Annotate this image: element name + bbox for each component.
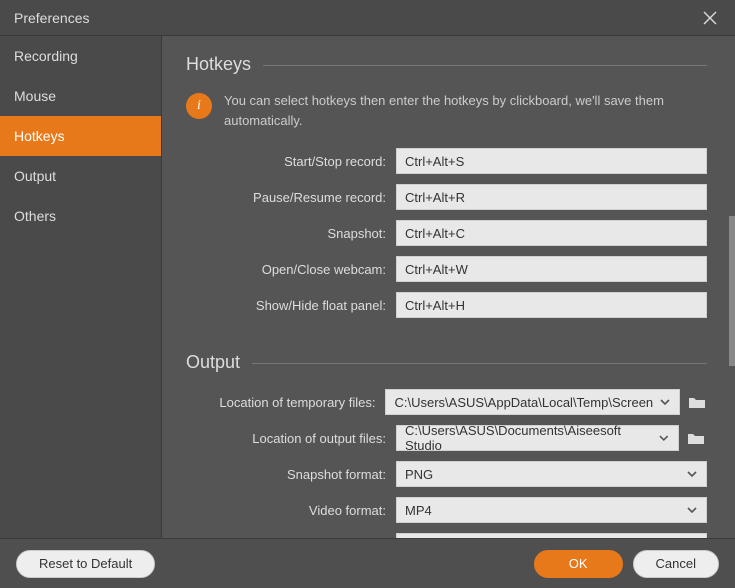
section-title-hotkeys: Hotkeys xyxy=(186,54,251,81)
hotkey-row-float-panel: Show/Hide float panel: xyxy=(186,292,707,318)
snapshot-format-select[interactable]: PNG xyxy=(396,461,707,487)
sidebar-item-hotkeys[interactable]: Hotkeys xyxy=(0,116,161,156)
scrollbar-thumb[interactable] xyxy=(729,216,735,366)
chevron-down-icon xyxy=(686,504,698,516)
chevron-down-icon xyxy=(659,396,671,408)
hotkey-row-pause-resume: Pause/Resume record: xyxy=(186,184,707,210)
select-value: C:\Users\ASUS\Documents\Aiseesoft Studio xyxy=(405,423,652,453)
sidebar-item-label: Others xyxy=(14,208,56,224)
select-value: MP4 xyxy=(405,503,432,518)
field-label: Start/Stop record: xyxy=(186,154,396,169)
video-format-select[interactable]: MP4 xyxy=(396,497,707,523)
sidebar: Recording Mouse Hotkeys Output Others xyxy=(0,36,162,538)
ok-button[interactable]: OK xyxy=(534,550,623,578)
section-title-output: Output xyxy=(186,352,240,379)
select-value: PNG xyxy=(405,467,433,482)
sidebar-item-label: Recording xyxy=(14,48,78,64)
field-label: Pause/Resume record: xyxy=(186,190,396,205)
output-row-temp: Location of temporary files: C:\Users\AS… xyxy=(186,389,707,415)
title-bar: Preferences xyxy=(0,0,735,36)
cancel-button[interactable]: Cancel xyxy=(633,550,719,578)
window-title: Preferences xyxy=(14,10,89,26)
field-label: Show/Hide float panel: xyxy=(186,298,396,313)
info-row: i You can select hotkeys then enter the … xyxy=(186,91,707,130)
hotkey-input-start-stop[interactable] xyxy=(396,148,707,174)
info-text: You can select hotkeys then enter the ho… xyxy=(224,91,707,130)
sidebar-item-mouse[interactable]: Mouse xyxy=(0,76,161,116)
output-row-snapshot-format: Snapshot format: PNG xyxy=(186,461,707,487)
info-icon: i xyxy=(186,93,212,119)
reset-button[interactable]: Reset to Default xyxy=(16,550,155,578)
browse-temp-button[interactable] xyxy=(686,391,707,413)
hotkey-row-start-stop: Start/Stop record: xyxy=(186,148,707,174)
hotkey-row-webcam: Open/Close webcam: xyxy=(186,256,707,282)
hotkey-input-snapshot[interactable] xyxy=(396,220,707,246)
folder-icon xyxy=(688,395,706,409)
field-label: Video format: xyxy=(186,503,396,518)
sidebar-item-recording[interactable]: Recording xyxy=(0,36,161,76)
sidebar-item-label: Hotkeys xyxy=(14,128,65,144)
hotkey-input-float-panel[interactable] xyxy=(396,292,707,318)
temp-path-select[interactable]: C:\Users\ASUS\AppData\Local\Temp\Screen xyxy=(385,389,680,415)
sidebar-item-label: Mouse xyxy=(14,88,56,104)
sidebar-item-output[interactable]: Output xyxy=(0,156,161,196)
chevron-down-icon xyxy=(686,468,698,480)
field-label: Location of output files: xyxy=(186,431,396,446)
field-label: Open/Close webcam: xyxy=(186,262,396,277)
hotkey-row-snapshot: Snapshot: xyxy=(186,220,707,246)
main-panel: Hotkeys i You can select hotkeys then en… xyxy=(162,36,735,538)
sidebar-item-others[interactable]: Others xyxy=(0,196,161,236)
browse-out-button[interactable] xyxy=(685,427,707,449)
select-value: C:\Users\ASUS\AppData\Local\Temp\Screen xyxy=(394,395,653,410)
field-label: Snapshot format: xyxy=(186,467,396,482)
out-path-select[interactable]: C:\Users\ASUS\Documents\Aiseesoft Studio xyxy=(396,425,679,451)
content: Recording Mouse Hotkeys Output Others Ho… xyxy=(0,36,735,538)
folder-icon xyxy=(687,431,705,445)
sidebar-item-label: Output xyxy=(14,168,56,184)
field-label: Snapshot: xyxy=(186,226,396,241)
close-icon xyxy=(702,10,718,26)
footer: Reset to Default OK Cancel xyxy=(0,538,735,588)
output-row-out: Location of output files: C:\Users\ASUS\… xyxy=(186,425,707,451)
chevron-down-icon xyxy=(658,432,670,444)
hotkey-input-pause-resume[interactable] xyxy=(396,184,707,210)
field-label: Location of temporary files: xyxy=(186,395,385,410)
close-button[interactable] xyxy=(699,7,721,29)
output-row-video-format: Video format: MP4 xyxy=(186,497,707,523)
hotkey-input-webcam[interactable] xyxy=(396,256,707,282)
